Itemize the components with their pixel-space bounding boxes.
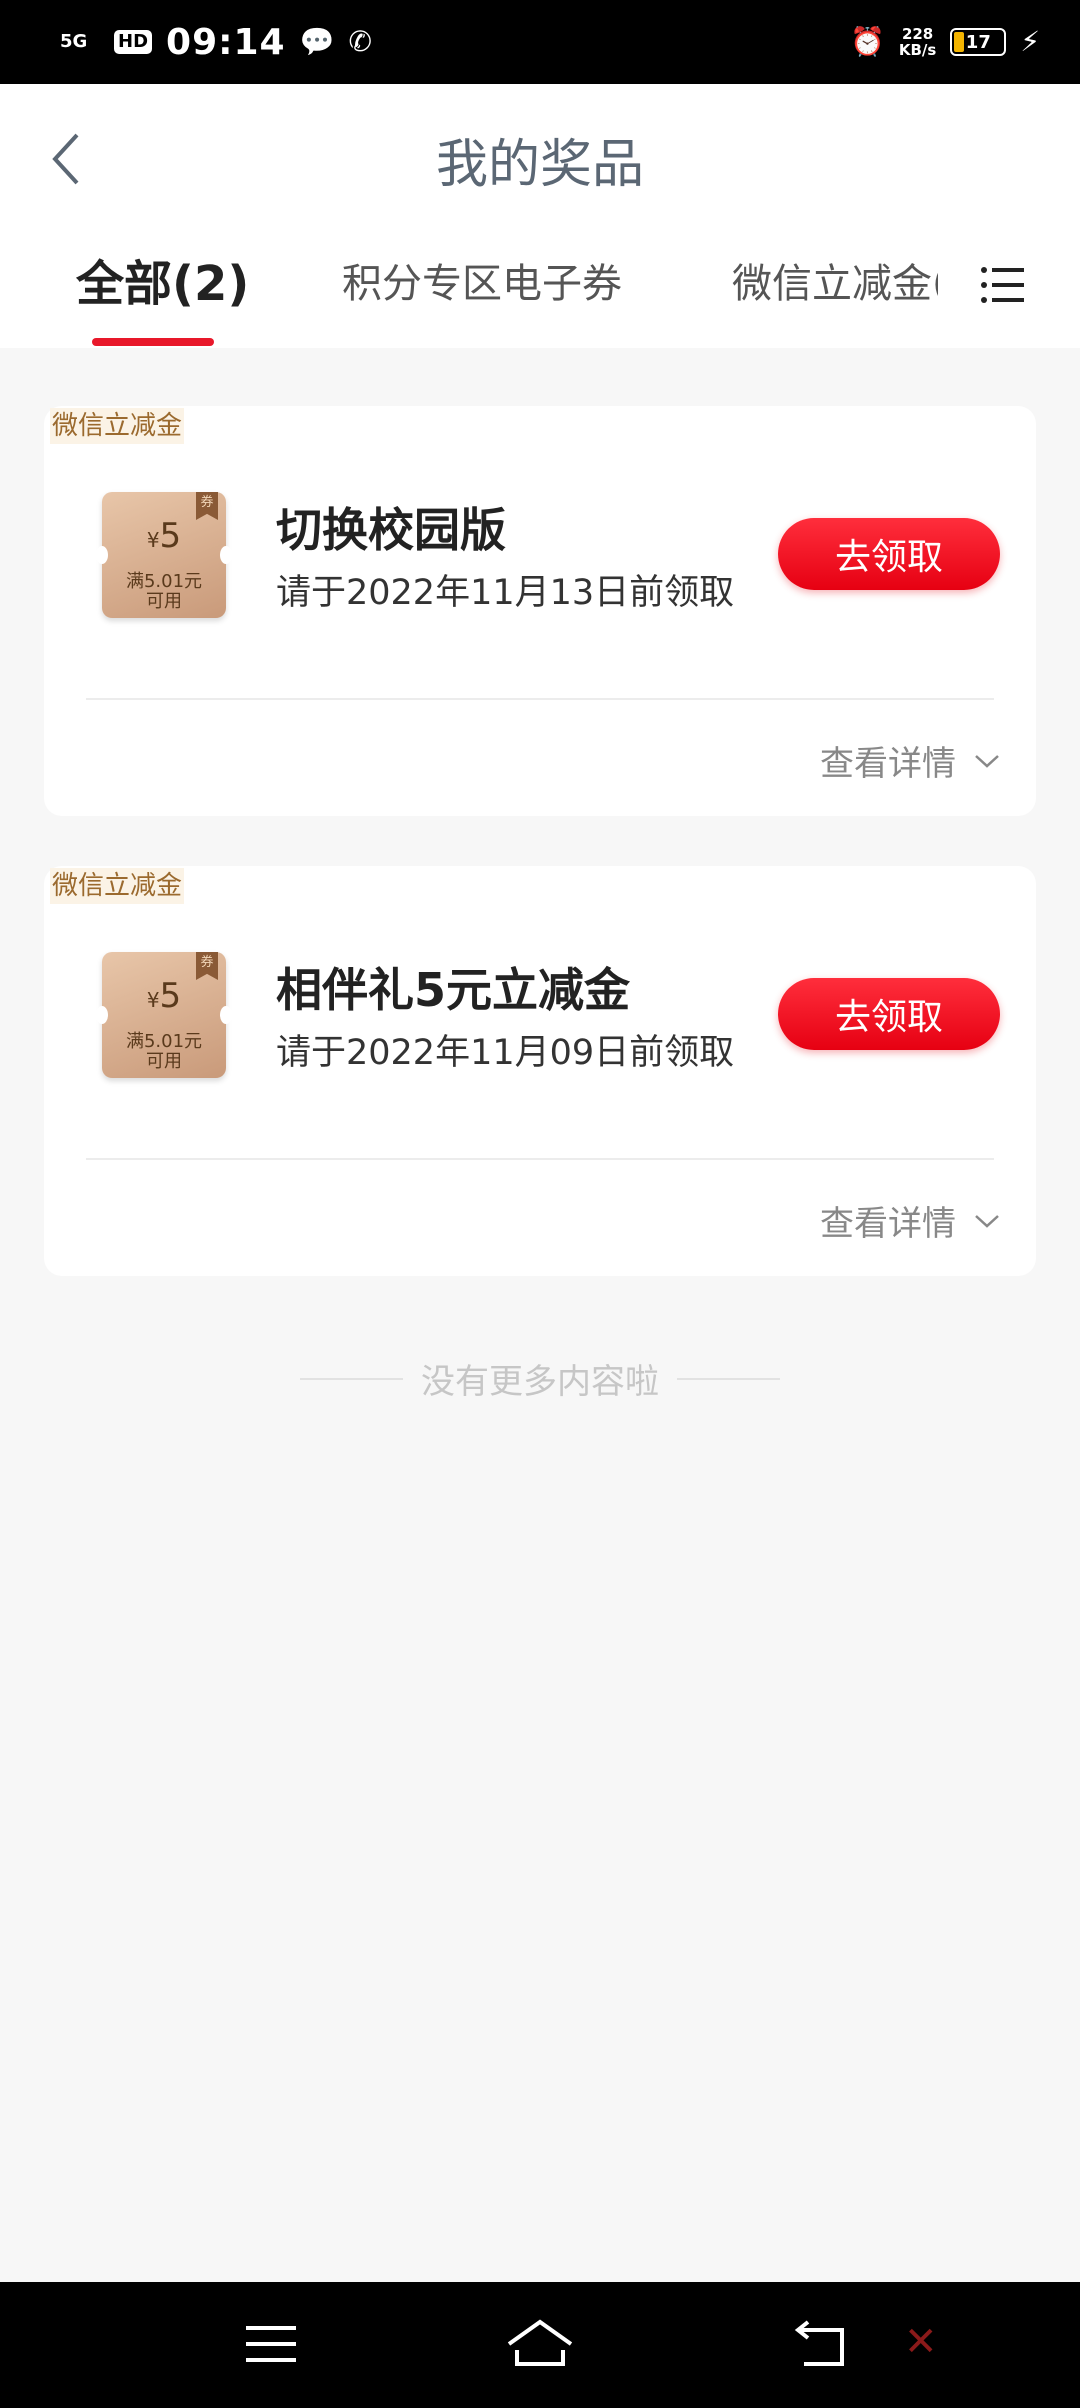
coupon-condition: 满5.01元 可用 bbox=[102, 572, 226, 612]
coupon-thumbnail: 券 ¥5 满5.01元 可用 bbox=[96, 492, 232, 618]
coupon-thumbnail: 券 ¥5 满5.01元 可用 bbox=[96, 952, 232, 1078]
end-of-list-note: 没有更多内容啦 bbox=[300, 1354, 780, 1403]
status-right: ⏰ 228 KB/s 17 ⚡ bbox=[850, 26, 1040, 58]
end-of-list-text: 没有更多内容啦 bbox=[421, 1362, 659, 1402]
page-title: 我的奖品 bbox=[435, 135, 644, 195]
recent-apps-button[interactable] bbox=[236, 2312, 306, 2376]
prize-deadline: 请于2022年11月09日前领取 bbox=[276, 1033, 735, 1073]
speed-unit: KB/s bbox=[898, 41, 937, 59]
tab-menu-button[interactable] bbox=[980, 262, 1030, 312]
prize-card: 微信立减金 券 ¥5 满5.01元 可用 相伴礼5元立减金 请于2022年11月… bbox=[44, 866, 1036, 1276]
card-divider bbox=[86, 698, 994, 700]
charging-icon: ⚡ bbox=[1020, 25, 1040, 58]
watermark-logo: ✕ bbox=[904, 2322, 938, 2362]
coupon-condition: 满5.01元 可用 bbox=[102, 1032, 226, 1072]
return-icon bbox=[794, 2320, 844, 2366]
menu-icon bbox=[246, 2326, 296, 2362]
divider-line bbox=[677, 1377, 780, 1380]
list-menu-icon bbox=[981, 267, 1024, 303]
chevron-down-icon bbox=[975, 1214, 999, 1228]
coupon-price: ¥5 bbox=[102, 976, 226, 1016]
alarm-icon: ⏰ bbox=[849, 25, 885, 58]
tab-all[interactable]: 全部(2) bbox=[76, 254, 249, 334]
divider-line bbox=[300, 1377, 403, 1380]
battery-level: 17 bbox=[965, 31, 991, 53]
active-tab-indicator bbox=[92, 338, 214, 346]
coupon-condition-line-2: 可用 bbox=[146, 1051, 182, 1072]
back-nav-button[interactable] bbox=[786, 2312, 856, 2376]
view-details-label: 查看详情 bbox=[820, 1204, 956, 1244]
status-time: 09:14 bbox=[166, 21, 286, 63]
prize-card: 微信立减金 券 ¥5 满5.01元 可用 切换校园版 请于2022年11月13日… bbox=[44, 406, 1036, 816]
prize-name: 相伴礼5元立减金 bbox=[276, 963, 631, 1017]
prize-type-tag: 微信立减金 bbox=[50, 868, 185, 904]
home-icon bbox=[507, 2319, 573, 2366]
system-nav-bar: ✕ bbox=[0, 2282, 1080, 2408]
view-details-label: 查看详情 bbox=[820, 744, 956, 784]
tab-wechat-discount[interactable]: 微信立减金( bbox=[732, 254, 938, 334]
network-speed: 228 KB/s bbox=[899, 26, 936, 58]
watermark-x-icon: ✕ bbox=[904, 2319, 938, 2365]
prize-type-tag: 微信立减金 bbox=[50, 408, 185, 444]
coupon-amount: 5 bbox=[159, 516, 182, 556]
hd-badge: HD bbox=[114, 30, 153, 54]
coupon-condition-line-1: 满5.01元 bbox=[125, 571, 203, 592]
battery-icon: 17 bbox=[950, 28, 1007, 56]
home-button[interactable] bbox=[505, 2312, 575, 2376]
coupon-condition-line-2: 可用 bbox=[146, 591, 182, 612]
battery-fill bbox=[954, 32, 965, 52]
coupon-amount: 5 bbox=[159, 976, 182, 1016]
header: 我的奖品 bbox=[0, 84, 1080, 234]
message-icon: 💬 bbox=[299, 25, 335, 58]
coupon-currency: ¥ bbox=[146, 528, 160, 552]
coupon-currency: ¥ bbox=[146, 988, 160, 1012]
status-left: 5G HD 09:14 💬 ✆ bbox=[60, 22, 372, 63]
phone-icon: ✆ bbox=[348, 25, 372, 58]
view-details-button[interactable]: 查看详情 bbox=[820, 1196, 1000, 1245]
network-indicator: 5G bbox=[60, 31, 88, 52]
tab-points-vouchers[interactable]: 积分专区电子券 bbox=[342, 254, 622, 334]
claim-button[interactable]: 去领取 bbox=[778, 518, 1000, 590]
card-divider bbox=[86, 1158, 994, 1160]
tab-bar: 全部(2) 积分专区电子券 微信立减金( bbox=[0, 234, 1080, 348]
prize-name: 切换校园版 bbox=[276, 503, 506, 557]
chevron-down-icon bbox=[975, 754, 999, 768]
coupon-condition-line-1: 满5.01元 bbox=[125, 1031, 203, 1052]
claim-button[interactable]: 去领取 bbox=[778, 978, 1000, 1050]
prize-deadline: 请于2022年11月13日前领取 bbox=[276, 573, 735, 613]
coupon-price: ¥5 bbox=[102, 516, 226, 556]
status-bar: 5G HD 09:14 💬 ✆ ⏰ 228 KB/s 17 ⚡ bbox=[0, 0, 1080, 84]
view-details-button[interactable]: 查看详情 bbox=[820, 736, 1000, 785]
